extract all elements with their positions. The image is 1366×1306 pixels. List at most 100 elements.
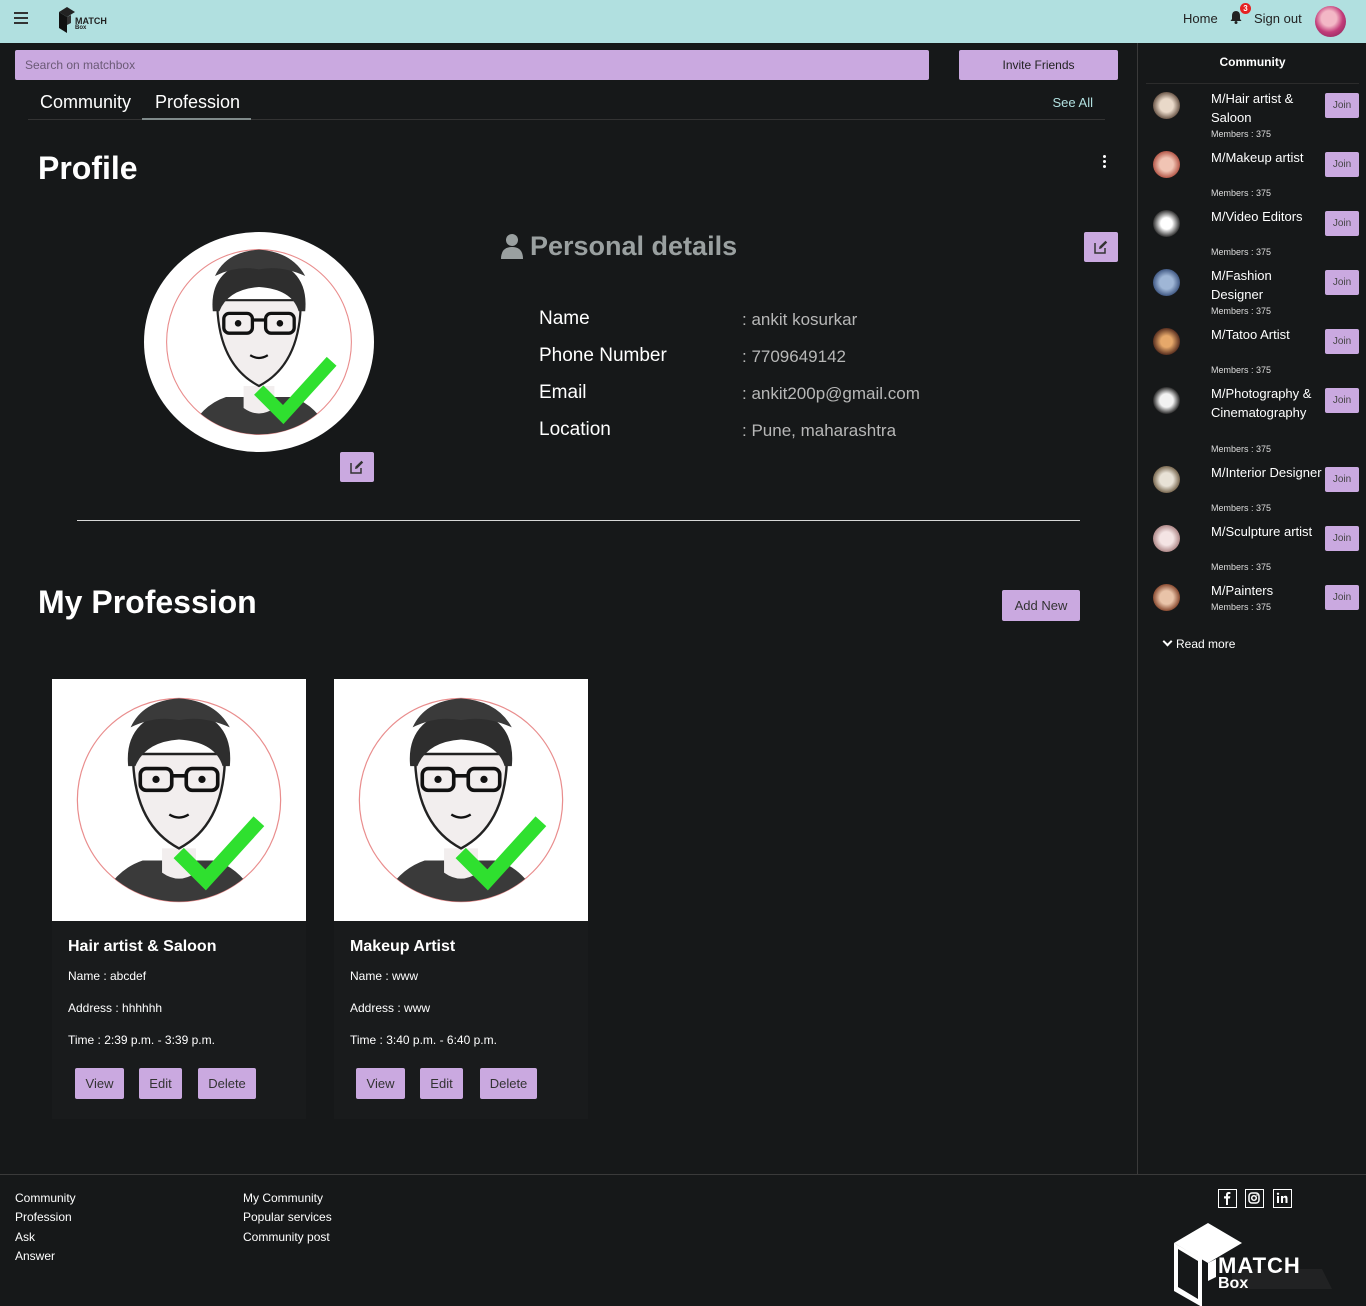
join-button[interactable]: Join: [1325, 526, 1359, 551]
join-button[interactable]: Join: [1325, 329, 1359, 354]
edit-icon: [350, 460, 364, 474]
community-members: Members : 375: [1211, 129, 1272, 139]
edit-icon: [1094, 240, 1108, 254]
profession-title: Makeup Artist: [350, 938, 456, 955]
community-avatar: [1153, 92, 1180, 119]
footer-link-popular-services[interactable]: Popular services: [243, 1210, 332, 1224]
community-members: Members : 375: [1211, 306, 1272, 316]
community-name[interactable]: M/Photography & Cinematography: [1211, 384, 1323, 422]
user-icon: [501, 234, 523, 259]
search-input[interactable]: [15, 50, 929, 80]
see-all-link[interactable]: See All: [1053, 95, 1093, 110]
community-avatar: [1153, 269, 1180, 296]
community-avatar: [1153, 387, 1180, 414]
edit-button[interactable]: Edit: [139, 1068, 182, 1099]
user-avatar[interactable]: [1315, 6, 1346, 37]
join-button[interactable]: Join: [1325, 270, 1359, 295]
page-title: Profile: [38, 150, 138, 186]
profession-image: [334, 679, 588, 921]
join-button[interactable]: Join: [1325, 211, 1359, 236]
active-tab-indicator: [142, 118, 251, 120]
community-members: Members : 375: [1211, 365, 1272, 375]
join-button[interactable]: Join: [1325, 388, 1359, 413]
footer-logo-subtext: Box: [1218, 1275, 1249, 1292]
tab-profession[interactable]: Profession: [155, 92, 240, 113]
community-avatar: [1153, 584, 1180, 611]
join-button[interactable]: Join: [1325, 93, 1359, 118]
phone-value: : 7709649142: [742, 347, 846, 366]
community-name[interactable]: M/Video Editors: [1211, 207, 1323, 226]
name-value: : ankit kosurkar: [742, 310, 858, 329]
edit-details-button[interactable]: [1084, 232, 1118, 262]
invite-friends-button[interactable]: Invite Friends: [959, 50, 1118, 80]
footer-link-my-community[interactable]: My Community: [243, 1191, 323, 1205]
sign-out-link[interactable]: Sign out: [1254, 11, 1302, 26]
profession-time: Time : 2:39 p.m. - 3:39 p.m.: [68, 1033, 215, 1047]
top-navbar: MATCH Box Home 3 Sign out: [0, 0, 1366, 43]
tab-community[interactable]: Community: [40, 92, 131, 113]
delete-button[interactable]: Delete: [480, 1068, 537, 1099]
logo-subtext: Box: [75, 25, 87, 31]
delete-button[interactable]: Delete: [198, 1068, 256, 1099]
name-label: Name: [539, 308, 590, 329]
community-name[interactable]: M/Makeup artist: [1211, 148, 1323, 167]
community-avatar: [1153, 328, 1180, 355]
read-more-label: Read more: [1176, 637, 1236, 651]
community-members: Members : 375: [1211, 562, 1272, 572]
community-name[interactable]: M/Painters: [1211, 581, 1323, 600]
linkedin-icon[interactable]: [1273, 1189, 1292, 1208]
add-new-button[interactable]: Add New: [1002, 590, 1080, 621]
community-members: Members : 375: [1211, 188, 1272, 198]
edit-button[interactable]: Edit: [420, 1068, 463, 1099]
footer-matchbox-logo[interactable]: MATCH Box: [1172, 1219, 1332, 1306]
footer-link-ask[interactable]: Ask: [15, 1230, 35, 1244]
matchbox-logo[interactable]: MATCH Box: [56, 4, 116, 38]
footer-link-community-post[interactable]: Community post: [243, 1230, 330, 1244]
join-button[interactable]: Join: [1325, 585, 1359, 610]
chevron-down-icon: [1162, 636, 1173, 647]
section-divider: [77, 520, 1080, 521]
footer-link-profession[interactable]: Profession: [15, 1210, 72, 1224]
community-name[interactable]: M/Tatoo Artist: [1211, 325, 1323, 344]
footer-link-answer[interactable]: Answer: [15, 1249, 55, 1263]
footer: Community Profession Ask Answer My Commu…: [0, 1174, 1366, 1306]
join-button[interactable]: Join: [1325, 152, 1359, 177]
community-name[interactable]: M/Sculpture artist: [1211, 522, 1323, 541]
hamburger-menu-icon[interactable]: [14, 12, 28, 26]
community-members: Members : 375: [1211, 444, 1272, 454]
community-avatar: [1153, 151, 1180, 178]
community-members: Members : 375: [1211, 503, 1272, 513]
more-options-icon[interactable]: [1103, 155, 1108, 169]
profession-title: Hair artist & Saloon: [68, 938, 217, 955]
personal-details-title: Personal details: [530, 231, 738, 261]
facebook-icon[interactable]: [1218, 1189, 1237, 1208]
community-name[interactable]: M/Hair artist & Saloon: [1211, 89, 1323, 127]
location-value: : Pune, maharashtra: [742, 421, 897, 440]
profession-card: Hair artist & Saloon Name : abcdef Addre…: [52, 679, 306, 1119]
profession-card: Makeup Artist Name : www Address : www T…: [334, 679, 588, 1119]
community-name[interactable]: M/Interior Designer: [1211, 463, 1323, 482]
profession-name: Name : abcdef: [68, 969, 147, 983]
read-more-link[interactable]: Read more: [1162, 636, 1236, 651]
community-avatar: [1153, 466, 1180, 493]
nav-home-link[interactable]: Home: [1183, 11, 1218, 26]
my-profession-title: My Profession: [38, 584, 257, 620]
community-sidebar: Community M/Hair artist & Saloon Members…: [1137, 43, 1366, 1174]
profession-address: Address : hhhhhh: [68, 1001, 163, 1015]
community-name[interactable]: M/Fashion Designer: [1211, 266, 1323, 304]
email-label: Email: [539, 382, 587, 403]
sidebar-divider: [1146, 83, 1359, 84]
edit-avatar-button[interactable]: [340, 452, 374, 482]
location-label: Location: [539, 419, 611, 440]
profession-image: [52, 679, 306, 921]
instagram-icon[interactable]: [1245, 1189, 1264, 1208]
join-button[interactable]: Join: [1325, 467, 1359, 492]
profession-name: Name : www: [350, 969, 419, 983]
community-members: Members : 375: [1211, 602, 1272, 612]
phone-label: Phone Number: [539, 345, 667, 366]
view-button[interactable]: View: [75, 1068, 124, 1099]
sidebar-title: Community: [1219, 55, 1286, 69]
view-button[interactable]: View: [356, 1068, 405, 1099]
footer-link-community[interactable]: Community: [15, 1191, 76, 1205]
profession-address: Address : www: [350, 1001, 431, 1015]
